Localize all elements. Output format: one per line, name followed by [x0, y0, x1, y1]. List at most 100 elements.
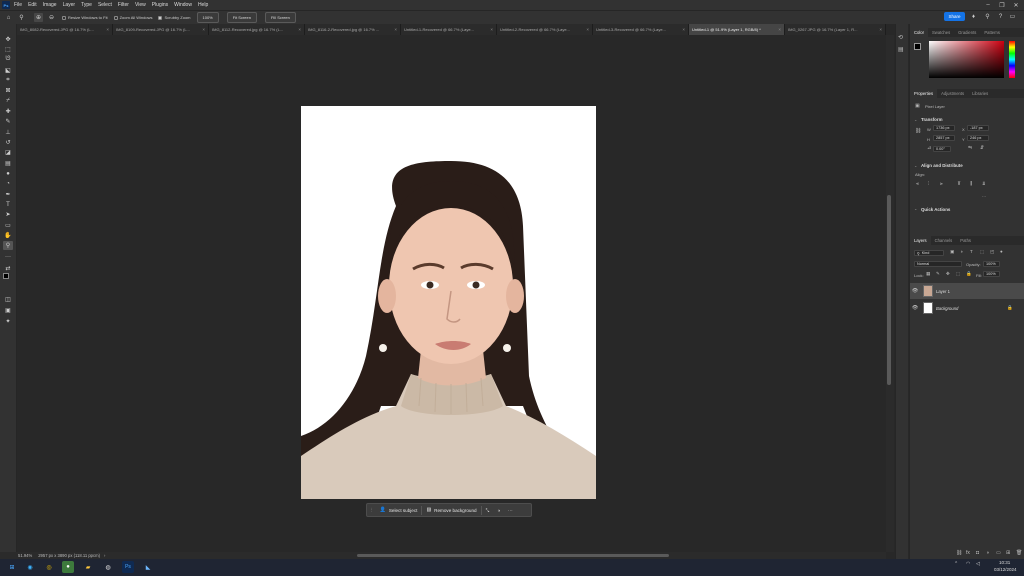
- lock-icon[interactable]: 🔒: [1007, 305, 1013, 311]
- volume-icon[interactable]: ◁: [976, 561, 980, 567]
- horizontal-scroll-thumb[interactable]: [357, 554, 669, 557]
- trash-icon[interactable]: 🗑: [1016, 550, 1022, 556]
- quick-actions-title[interactable]: Quick Actions: [921, 207, 950, 212]
- history-brush-tool-icon[interactable]: ↺: [3, 138, 13, 147]
- tab-paths[interactable]: Paths: [956, 236, 975, 245]
- screen-mode-icon[interactable]: ▣: [3, 306, 13, 315]
- blend-mode-select[interactable]: Normal: [914, 261, 962, 267]
- adjustment-layer-icon[interactable]: ◑: [986, 550, 989, 556]
- tab-color[interactable]: Color: [910, 28, 929, 37]
- notifications-icon[interactable]: ♦: [969, 12, 978, 21]
- zoom-in-icon[interactable]: ⊕: [34, 13, 43, 22]
- search-icon[interactable]: ⚲: [983, 12, 992, 21]
- taskbar-app-icon[interactable]: ◣: [142, 561, 154, 573]
- document-info[interactable]: 2957 px x 3890 px (118.11 ppcm): [38, 553, 100, 558]
- clock-time[interactable]: 10:31: [999, 560, 1010, 565]
- resize-windows-checkbox[interactable]: Resize Windows to Fit: [62, 15, 108, 20]
- align-bottom-icon[interactable]: ⫫: [982, 181, 985, 187]
- align-top-icon[interactable]: ⫪: [958, 181, 961, 187]
- close-icon[interactable]: ×: [586, 27, 589, 32]
- chevron-right-icon[interactable]: ›: [104, 553, 105, 558]
- zoom-out-icon[interactable]: ⊖: [47, 13, 56, 22]
- group-icon[interactable]: ▭: [996, 550, 1001, 556]
- close-icon[interactable]: ×: [202, 27, 205, 32]
- chrome-icon[interactable]: ◎: [43, 561, 55, 573]
- new-layer-icon[interactable]: ⊞: [1006, 550, 1010, 556]
- file-explorer-icon[interactable]: ▰: [82, 561, 94, 573]
- hand-tool-icon[interactable]: ✋: [3, 231, 13, 240]
- menu-select[interactable]: Select: [98, 2, 112, 8]
- lock-all-icon[interactable]: 🔒: [966, 271, 972, 277]
- menu-file[interactable]: File: [14, 2, 22, 8]
- flip-horizontal-icon[interactable]: ⇋: [968, 145, 972, 151]
- taskbar-app-icon[interactable]: ◍: [102, 561, 114, 573]
- tab-document-2[interactable]: IMG_8109-Recovered.JPG @ 16.7% (L... ×: [113, 24, 209, 35]
- foreground-color-swatch[interactable]: [3, 273, 9, 279]
- close-icon[interactable]: ×: [298, 27, 301, 32]
- filter-pixel-icon[interactable]: ▣: [950, 249, 954, 255]
- menu-filter[interactable]: Filter: [118, 2, 129, 8]
- fit-screen-button[interactable]: Fit Screen: [226, 12, 257, 23]
- scrubby-zoom-checkbox[interactable]: Scrubby Zoom: [158, 15, 191, 20]
- lock-artboard-icon[interactable]: ⬚: [956, 271, 960, 277]
- menu-edit[interactable]: Edit: [28, 2, 37, 8]
- visibility-eye-icon[interactable]: 👁: [910, 288, 920, 294]
- type-tool-icon[interactable]: T: [3, 200, 13, 209]
- menu-window[interactable]: Window: [174, 2, 192, 8]
- home-icon[interactable]: ⌂: [4, 13, 13, 22]
- move-tool-icon[interactable]: ✥: [3, 35, 13, 44]
- menu-plugins[interactable]: Plugins: [152, 2, 168, 8]
- dodge-tool-icon[interactable]: ◔: [3, 179, 13, 188]
- filter-type-icon[interactable]: T: [970, 249, 973, 254]
- minimize-button[interactable]: –: [982, 0, 994, 10]
- close-button[interactable]: ✕: [1010, 0, 1022, 10]
- frame-tool-icon[interactable]: ⊠: [3, 86, 13, 95]
- windows-start-icon[interactable]: ⊞: [6, 561, 18, 573]
- tab-document-1[interactable]: IMG_8082-Recovered.JPG @ 16.7% (L... ×: [17, 24, 113, 35]
- transform-title[interactable]: Transform: [921, 117, 942, 122]
- filter-toggle-icon[interactable]: ●: [1000, 249, 1003, 254]
- menu-type[interactable]: Type: [81, 2, 92, 8]
- align-left-icon[interactable]: ⫷: [916, 181, 919, 187]
- x-field[interactable]: -187 px: [967, 125, 989, 131]
- menu-layer[interactable]: Layer: [63, 2, 76, 8]
- object-selection-tool-icon[interactable]: ⬕: [3, 66, 13, 75]
- close-icon[interactable]: ×: [682, 27, 685, 32]
- close-icon[interactable]: ×: [778, 27, 781, 32]
- chevron-down-icon[interactable]: ⌄: [914, 117, 917, 122]
- transform-icon[interactable]: ⤡: [482, 505, 494, 515]
- generative-icon[interactable]: ✦: [3, 317, 13, 326]
- link-layers-icon[interactable]: ⛓: [956, 550, 962, 556]
- more-options-button[interactable]: ···: [504, 505, 517, 515]
- menu-help[interactable]: Help: [198, 2, 208, 8]
- tab-properties[interactable]: Properties: [910, 89, 938, 98]
- rectangle-tool-icon[interactable]: ▭: [3, 221, 13, 230]
- zoom-level[interactable]: 51.94%: [18, 553, 32, 558]
- remove-background-button[interactable]: ▨ Remove background: [422, 505, 480, 515]
- close-icon[interactable]: ×: [106, 27, 109, 32]
- opacity-field[interactable]: 100%: [983, 261, 1000, 267]
- quick-mask-icon[interactable]: ◫: [3, 295, 13, 304]
- tab-document-9[interactable]: IMG_0267.JPG @ 16.7% (Layer 1, R... ×: [785, 24, 886, 35]
- chevron-down-icon[interactable]: ⌄: [914, 163, 917, 168]
- tab-document-6[interactable]: Untitled-2-Recovered @ 66.7% (Laye... ×: [497, 24, 593, 35]
- tab-adjustments[interactable]: Adjustments: [937, 89, 968, 98]
- layer-name[interactable]: Background: [936, 306, 958, 311]
- share-button[interactable]: Share: [944, 12, 965, 21]
- align-right-icon[interactable]: ⫸: [940, 181, 943, 187]
- document-image-portrait[interactable]: [301, 106, 596, 499]
- zoom-all-windows-checkbox[interactable]: Zoom All Windows: [113, 15, 152, 20]
- history-icon[interactable]: ⟲: [898, 34, 903, 41]
- tray-chevron-icon[interactable]: ⌃: [954, 561, 958, 567]
- align-middle-v-icon[interactable]: ⫼: [970, 181, 972, 187]
- photoshop-taskbar-icon[interactable]: Ps: [122, 561, 134, 573]
- visibility-eye-icon[interactable]: 👁: [910, 305, 920, 311]
- filter-shape-icon[interactable]: ⬚: [980, 249, 984, 255]
- layer-row-background[interactable]: 👁 Background 🔒: [910, 300, 1024, 316]
- tab-document-3[interactable]: IMG_8112-Recovered.jpg @ 16.7% (L... ×: [209, 24, 305, 35]
- clock-date[interactable]: 03/12/2024: [994, 567, 1017, 572]
- layer-row-layer-1[interactable]: 👁 Layer 1: [910, 283, 1024, 299]
- help-icon[interactable]: ?: [996, 12, 1005, 21]
- layer-filter-select[interactable]: ⚲ Kind: [914, 250, 944, 256]
- menu-image[interactable]: Image: [43, 2, 57, 8]
